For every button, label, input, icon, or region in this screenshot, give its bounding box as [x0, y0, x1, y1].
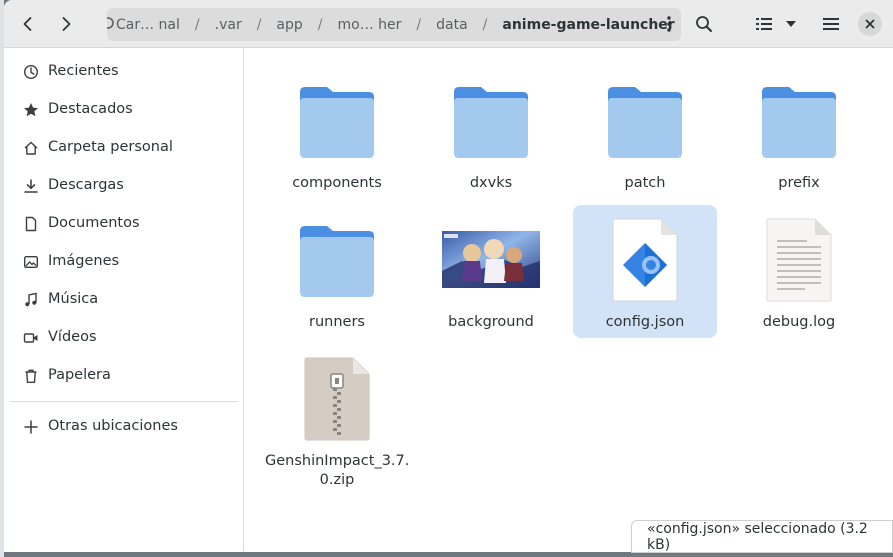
- sidebar-item-label: Destacados: [48, 101, 133, 117]
- file-name: debug.log: [762, 314, 836, 330]
- image-thumbnail: [419, 231, 563, 288]
- folder-icon: [265, 219, 409, 299]
- list-view-icon: [756, 18, 772, 30]
- file-item-background[interactable]: background: [419, 205, 563, 337]
- sidebar-item-label: Imágenes: [48, 253, 120, 269]
- sidebar-divider: [10, 401, 238, 402]
- path-separator: /: [194, 16, 200, 33]
- sidebar-item-documents[interactable]: Documentos: [4, 205, 243, 243]
- file-manager-window: Car… nal / .var / app / mo… her / data /…: [4, 0, 893, 552]
- path-crumb-home[interactable]: Car… nal: [107, 16, 180, 34]
- video-icon: [23, 333, 38, 343]
- file-item-dxvks[interactable]: dxvks: [419, 66, 563, 196]
- sidebar-item-other-locations[interactable]: Otras ubicaciones: [4, 408, 243, 446]
- music-icon: [25, 292, 37, 307]
- folder-icon: [727, 80, 871, 160]
- file-item-runners[interactable]: runners: [265, 205, 409, 337]
- sidebar-item-label: Recientes: [48, 63, 119, 79]
- sidebar: Recientes Destacados Carpeta personal De…: [4, 48, 244, 552]
- path-menu-button[interactable]: [667, 16, 671, 36]
- path-separator: /: [256, 16, 262, 33]
- vertical-dots-icon: [667, 16, 671, 32]
- header-bar: Car… nal / .var / app / mo… her / data /…: [4, 0, 893, 48]
- close-icon: [865, 19, 875, 29]
- path-crumb-moonlighter[interactable]: mo… her: [338, 17, 402, 33]
- caret-down-icon: [786, 21, 796, 27]
- sidebar-item-label: Vídeos: [48, 329, 97, 345]
- status-text: «config.json» seleccionado (3.2 kB): [647, 520, 868, 553]
- file-item-debug-log[interactable]: debug.log: [727, 205, 871, 337]
- plus-icon: [24, 420, 38, 434]
- sidebar-item-label: Otras ubicaciones: [48, 418, 178, 434]
- search-button[interactable]: [688, 8, 720, 40]
- json-file-icon: [573, 217, 717, 303]
- sidebar-item-label: Papelera: [48, 367, 111, 383]
- trash-icon: [25, 369, 37, 383]
- file-item-genshin-zip[interactable]: GenshinImpact_3.7. 0.zip: [265, 346, 409, 496]
- file-name: runners: [309, 314, 365, 330]
- path-separator: /: [416, 16, 422, 33]
- file-name: dxvks: [469, 175, 513, 191]
- path-crumb-data[interactable]: data: [436, 17, 468, 33]
- back-button[interactable]: [12, 8, 44, 40]
- file-item-patch[interactable]: patch: [573, 66, 717, 196]
- view-list-button[interactable]: [752, 8, 776, 40]
- sidebar-item-trash[interactable]: Papelera: [4, 357, 243, 395]
- close-button[interactable]: [858, 12, 882, 36]
- sidebar-item-label: Documentos: [48, 215, 140, 231]
- search-icon: [696, 16, 712, 32]
- path-crumb-current[interactable]: anime-game-launcher: [502, 17, 674, 33]
- file-name: prefix: [778, 175, 820, 191]
- home-icon: [24, 141, 38, 155]
- clock-icon: [23, 64, 39, 80]
- document-icon: [25, 216, 37, 232]
- file-grid: components dxvks patch prefix runners ba…: [244, 48, 893, 552]
- sidebar-item-starred[interactable]: Destacados: [4, 91, 243, 129]
- forward-button[interactable]: [50, 8, 82, 40]
- folder-icon: [419, 80, 563, 160]
- path-bar: Car… nal / .var / app / mo… her / data /…: [107, 8, 681, 41]
- file-item-components[interactable]: components: [265, 66, 409, 196]
- folder-icon: [265, 80, 409, 160]
- sidebar-item-label: Descargas: [48, 177, 124, 193]
- path-separator: /: [482, 16, 488, 33]
- view-options-button[interactable]: [780, 8, 802, 40]
- path-separator: /: [317, 16, 323, 33]
- chevron-right-icon: [62, 17, 71, 31]
- image-icon: [24, 256, 39, 269]
- path-crumb-app[interactable]: app: [276, 17, 302, 33]
- star-icon: [24, 103, 38, 117]
- sidebar-item-label: Música: [48, 291, 99, 307]
- main-menu-button[interactable]: [815, 8, 847, 40]
- sidebar-item-music[interactable]: Música: [4, 281, 243, 319]
- file-name: config.json: [605, 314, 685, 330]
- file-name: patch: [624, 175, 666, 191]
- sidebar-item-home[interactable]: Carpeta personal: [4, 129, 243, 167]
- status-bar: «config.json» seleccionado (3.2 kB): [631, 520, 893, 553]
- archive-file-icon: [265, 356, 409, 442]
- sidebar-item-recent[interactable]: Recientes: [4, 53, 243, 91]
- file-item-config-json[interactable]: config.json: [573, 205, 717, 338]
- sidebar-item-downloads[interactable]: Descargas: [4, 167, 243, 205]
- file-name: GenshinImpact_3.7. 0.zip: [265, 453, 410, 488]
- path-crumb-var[interactable]: .var: [215, 17, 242, 33]
- file-name: components: [292, 175, 382, 191]
- chevron-left-icon: [23, 17, 32, 31]
- text-file-icon: [727, 217, 871, 303]
- download-icon: [24, 179, 38, 193]
- hamburger-menu-icon: [823, 18, 839, 30]
- folder-icon: [573, 80, 717, 160]
- home-icon: [107, 16, 116, 34]
- sidebar-item-label: Carpeta personal: [48, 139, 173, 155]
- sidebar-item-pictures[interactable]: Imágenes: [4, 243, 243, 281]
- sidebar-item-videos[interactable]: Vídeos: [4, 319, 243, 357]
- file-item-prefix[interactable]: prefix: [727, 66, 871, 196]
- file-name: background: [448, 314, 534, 330]
